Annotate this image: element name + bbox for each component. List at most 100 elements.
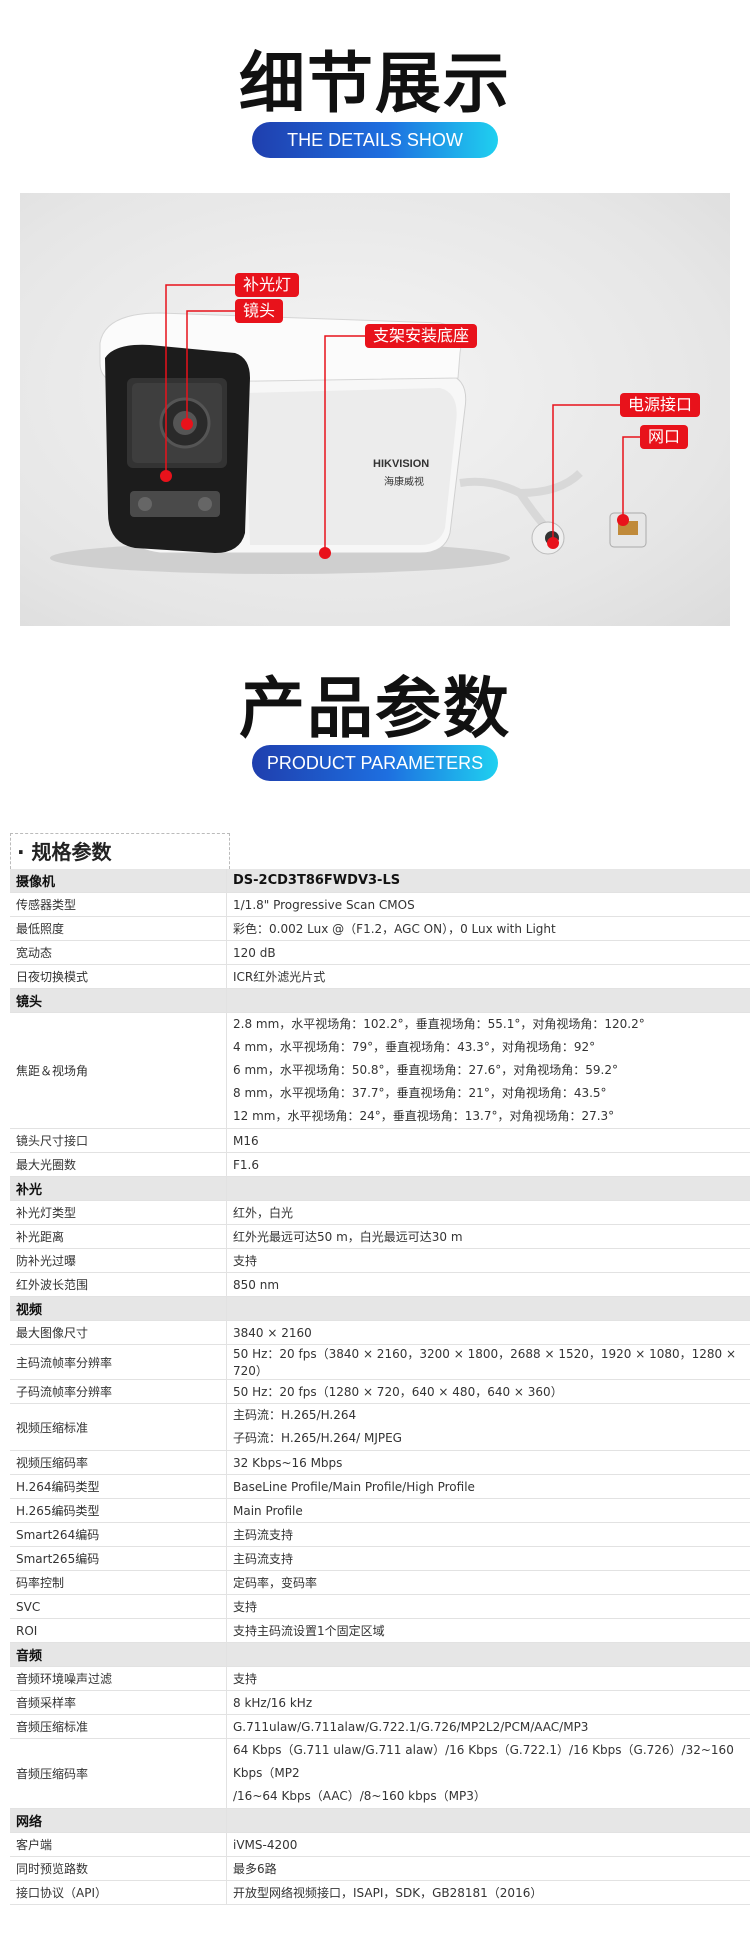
- spec-category-row: 音频: [10, 1642, 750, 1667]
- spec-key: 码率控制: [10, 1570, 227, 1595]
- spec-value-line: 4 mm，水平视场角：79°，垂直视场角：43.3°，对角视场角：92°: [233, 1040, 596, 1054]
- spec-row: 镜头尺寸接口 M16: [10, 1128, 750, 1153]
- spec-key: 防补光过曝: [10, 1248, 227, 1273]
- spec-category-row: 网络: [10, 1808, 750, 1833]
- spec-value: 红外光最远可达50 m，白光最远可达30 m: [226, 1224, 750, 1249]
- spec-row: 视频压缩标准 主码流：H.265/H.264 子码流：H.265/H.264/ MJ…: [10, 1403, 750, 1451]
- spec-value: 红外，白光: [226, 1200, 750, 1225]
- spec-row: 音频采样率 8 kHz/16 kHz: [10, 1690, 750, 1715]
- spec-value: 支持: [226, 1594, 750, 1619]
- spec-key: 红外波长范围: [10, 1272, 227, 1297]
- spec-value-line: 64 Kbps（G.711 ulaw/G.711 alaw）/16 Kbps（G…: [233, 1743, 734, 1780]
- spec-value-line: 主码流：H.265/H.264: [233, 1408, 357, 1422]
- spec-row: 音频压缩码率 64 Kbps（G.711 ulaw/G.711 alaw）/16 …: [10, 1738, 750, 1809]
- spec-value-line: 2.8 mm，水平视场角：102.2°，垂直视场角：55.1°，对角视场角：12…: [233, 1017, 645, 1031]
- spec-key: 最低照度: [10, 916, 227, 941]
- spec-key: SVC: [10, 1594, 227, 1619]
- params-title: 产品参数: [239, 670, 511, 747]
- spec-value: F1.6: [226, 1152, 750, 1177]
- spec-value: 1/1.8" Progressive Scan CMOS: [226, 892, 750, 917]
- spec-row: Smart265编码 主码流支持: [10, 1546, 750, 1571]
- spec-value: [226, 1296, 750, 1321]
- spec-key: ROI: [10, 1618, 227, 1643]
- spec-value: [226, 988, 750, 1013]
- spec-key: Smart265编码: [10, 1546, 227, 1571]
- callout-dot-power: [547, 537, 559, 549]
- spec-key: 视频压缩码率: [10, 1450, 227, 1475]
- callout-bracket-base: 支架安装底座: [365, 324, 478, 348]
- spec-category-row: 视频: [10, 1296, 750, 1321]
- spec-row: 补光距离 红外光最远可达50 m，白光最远可达30 m: [10, 1224, 750, 1249]
- spec-value: M16: [226, 1128, 750, 1153]
- spec-value: iVMS-4200: [226, 1832, 750, 1857]
- spec-category-row: 摄像机 DS-2CD3T86FWDV3-LS: [10, 869, 750, 893]
- spec-key: 接口协议（API）: [10, 1880, 227, 1905]
- spec-key: H.264编码类型: [10, 1474, 227, 1499]
- spec-category-label: 视频: [10, 1296, 227, 1321]
- spec-category-label: 摄像机: [10, 869, 227, 893]
- spec-table-section: · 规格参数 摄像机 DS-2CD3T86FWDV3-LS 传感器类型 1/1.8" …: [10, 833, 750, 1905]
- spec-row: 子码流帧率分辨率 50 Hz：20 fps（1280 × 720，640 × 48…: [10, 1379, 750, 1404]
- callout-network-port: 网口: [640, 425, 689, 449]
- spec-key: 镜头尺寸接口: [10, 1128, 227, 1153]
- spec-key: 焦距＆视场角: [10, 1012, 227, 1129]
- spec-value: [226, 1642, 750, 1667]
- spec-row: 防补光过曝 支持: [10, 1248, 750, 1273]
- spec-heading: · 规格参数: [10, 833, 230, 869]
- spec-value: 8 kHz/16 kHz: [226, 1690, 750, 1715]
- callout-dot-bracket: [319, 547, 331, 559]
- spec-value: 定码率，变码率: [226, 1570, 750, 1595]
- spec-row: 日夜切换模式 ICR红外滤光片式: [10, 964, 750, 989]
- spec-row: SVC 支持: [10, 1594, 750, 1619]
- spec-value: 开放型网络视频接口，ISAPI，SDK，GB28181（2016）: [226, 1880, 750, 1905]
- spec-row: 最大光圈数 F1.6: [10, 1152, 750, 1177]
- spec-category-label: 补光: [10, 1176, 227, 1201]
- brand-logo-en: HIKVISION: [373, 458, 430, 470]
- spec-row: 传感器类型 1/1.8" Progressive Scan CMOS: [10, 892, 750, 917]
- spec-key: 补光灯类型: [10, 1200, 227, 1225]
- spec-value: 3840 × 2160: [226, 1320, 750, 1345]
- spec-value: 64 Kbps（G.711 ulaw/G.711 alaw）/16 Kbps（G…: [226, 1738, 750, 1809]
- callout-fill-light: 补光灯: [235, 273, 300, 297]
- spec-value: 120 dB: [226, 940, 750, 965]
- spec-key: Smart264编码: [10, 1522, 227, 1547]
- callout-power-port: 电源接口: [620, 393, 701, 417]
- spec-value-line: 子码流：H.265/H.264/ MJPEG: [233, 1431, 402, 1445]
- spec-row: ROI 支持主码流设置1个固定区域: [10, 1618, 750, 1643]
- spec-key: 子码流帧率分辨率: [10, 1379, 227, 1404]
- spec-row: 焦距＆视场角 2.8 mm，水平视场角：102.2°，垂直视场角：55.1°，对角…: [10, 1012, 750, 1129]
- camera-photo: HIKVISION 海康威视 补光灯 镜头 支架安装底座 电源接口 网口: [20, 193, 730, 626]
- spec-value: 支持: [226, 1666, 750, 1691]
- spec-value: ICR红外滤光片式: [226, 964, 750, 989]
- spec-value: 2.8 mm，水平视场角：102.2°，垂直视场角：55.1°，对角视场角：12…: [226, 1012, 750, 1129]
- spec-category-label: 音频: [10, 1642, 227, 1667]
- brand-logo-cn: 海康威视: [384, 477, 424, 488]
- spec-value: 50 Hz：20 fps（1280 × 720，640 × 480，640 × …: [226, 1379, 750, 1404]
- spec-value: 最多6路: [226, 1856, 750, 1881]
- spec-row: 码率控制 定码率，变码率: [10, 1570, 750, 1595]
- spec-value: [226, 1176, 750, 1201]
- spec-key: 日夜切换模式: [10, 964, 227, 989]
- params-subtitle-pill: PRODUCT PARAMETERS: [252, 745, 498, 781]
- spec-row: H.264编码类型 BaseLine Profile/Main Profile/H…: [10, 1474, 750, 1499]
- spec-key: 音频采样率: [10, 1690, 227, 1715]
- spec-key: 音频压缩码率: [10, 1738, 227, 1809]
- spec-table: 摄像机 DS-2CD3T86FWDV3-LS 传感器类型 1/1.8" Progres…: [10, 869, 750, 1905]
- spec-value: 主码流支持: [226, 1522, 750, 1547]
- spec-row: 最大图像尺寸 3840 × 2160: [10, 1320, 750, 1345]
- spec-row: 主码流帧率分辨率 50 Hz：20 fps（3840 × 2160，3200 × …: [10, 1344, 750, 1380]
- spec-value: [226, 1808, 750, 1833]
- spec-value: BaseLine Profile/Main Profile/High Profi…: [226, 1474, 750, 1499]
- callout-dot-network: [617, 514, 629, 526]
- callout-dot-fill-light: [160, 470, 172, 482]
- spec-category-label: 镜头: [10, 988, 227, 1013]
- spec-row: 补光灯类型 红外，白光: [10, 1200, 750, 1225]
- spec-category-row: 镜头: [10, 988, 750, 1013]
- spec-value: DS-2CD3T86FWDV3-LS: [226, 869, 750, 893]
- spec-key: 最大图像尺寸: [10, 1320, 227, 1345]
- spec-row: H.265编码类型 Main Profile: [10, 1498, 750, 1523]
- spec-value: 主码流：H.265/H.264 子码流：H.265/H.264/ MJPEG: [226, 1403, 750, 1451]
- spec-key: H.265编码类型: [10, 1498, 227, 1523]
- spec-key: 传感器类型: [10, 892, 227, 917]
- spec-value-line: /16~64 Kbps（AAC）/8~160 kbps（MP3）: [233, 1789, 486, 1803]
